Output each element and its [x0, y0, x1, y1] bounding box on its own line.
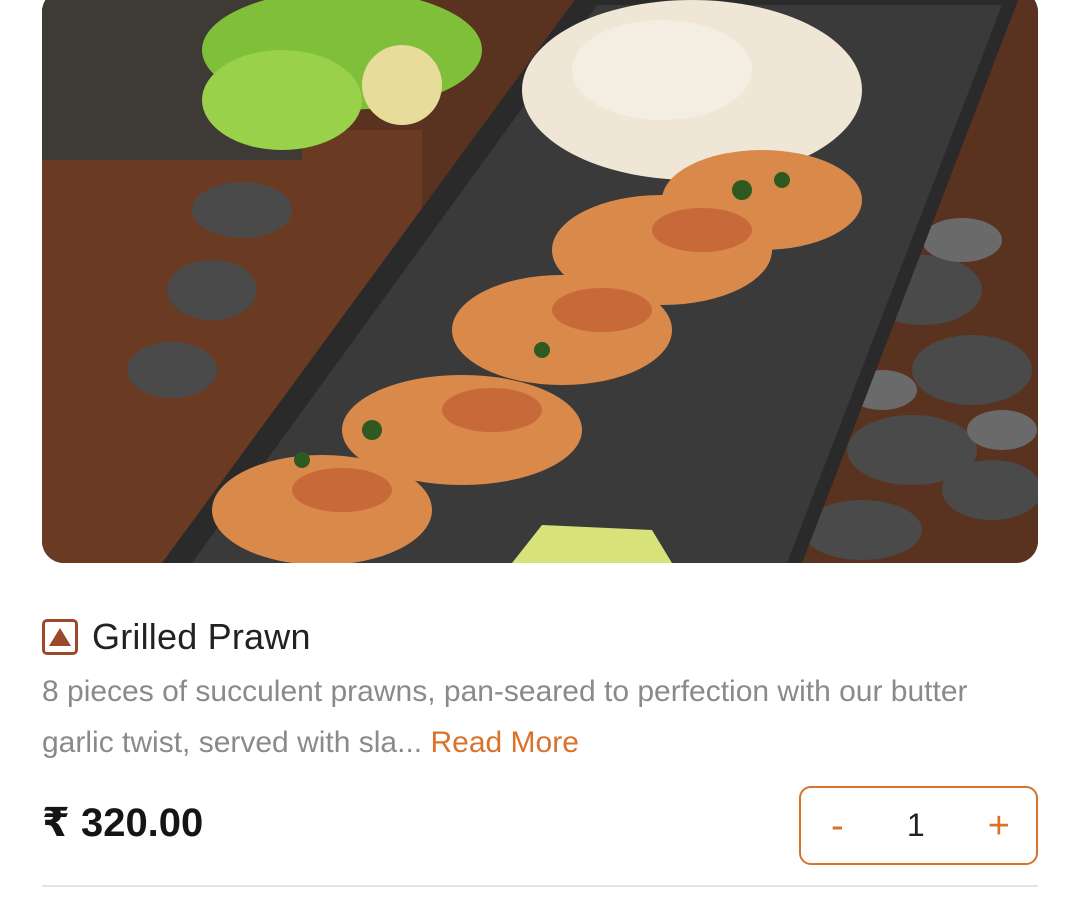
read-more-link[interactable]: Read More	[430, 726, 578, 759]
item-price: ₹ 320.00	[42, 801, 204, 845]
quantity-value: 1	[906, 807, 925, 843]
non-veg-triangle-icon	[42, 619, 78, 655]
title-row: Grilled Prawn	[42, 612, 311, 662]
increment-button[interactable]: +	[988, 807, 1010, 845]
item-description: 8 pieces of succulent prawns, pan-seared…	[42, 666, 1032, 768]
decrement-button[interactable]: -	[831, 807, 844, 845]
menu-item-card: Grilled Prawn 8 pieces of succulent praw…	[0, 0, 1080, 903]
dish-image[interactable]	[42, 0, 1038, 563]
quantity-stepper: - 1 +	[799, 786, 1038, 865]
divider	[42, 885, 1038, 887]
item-title: Grilled Prawn	[92, 616, 311, 657]
dish-photo-illustration	[42, 0, 1038, 563]
